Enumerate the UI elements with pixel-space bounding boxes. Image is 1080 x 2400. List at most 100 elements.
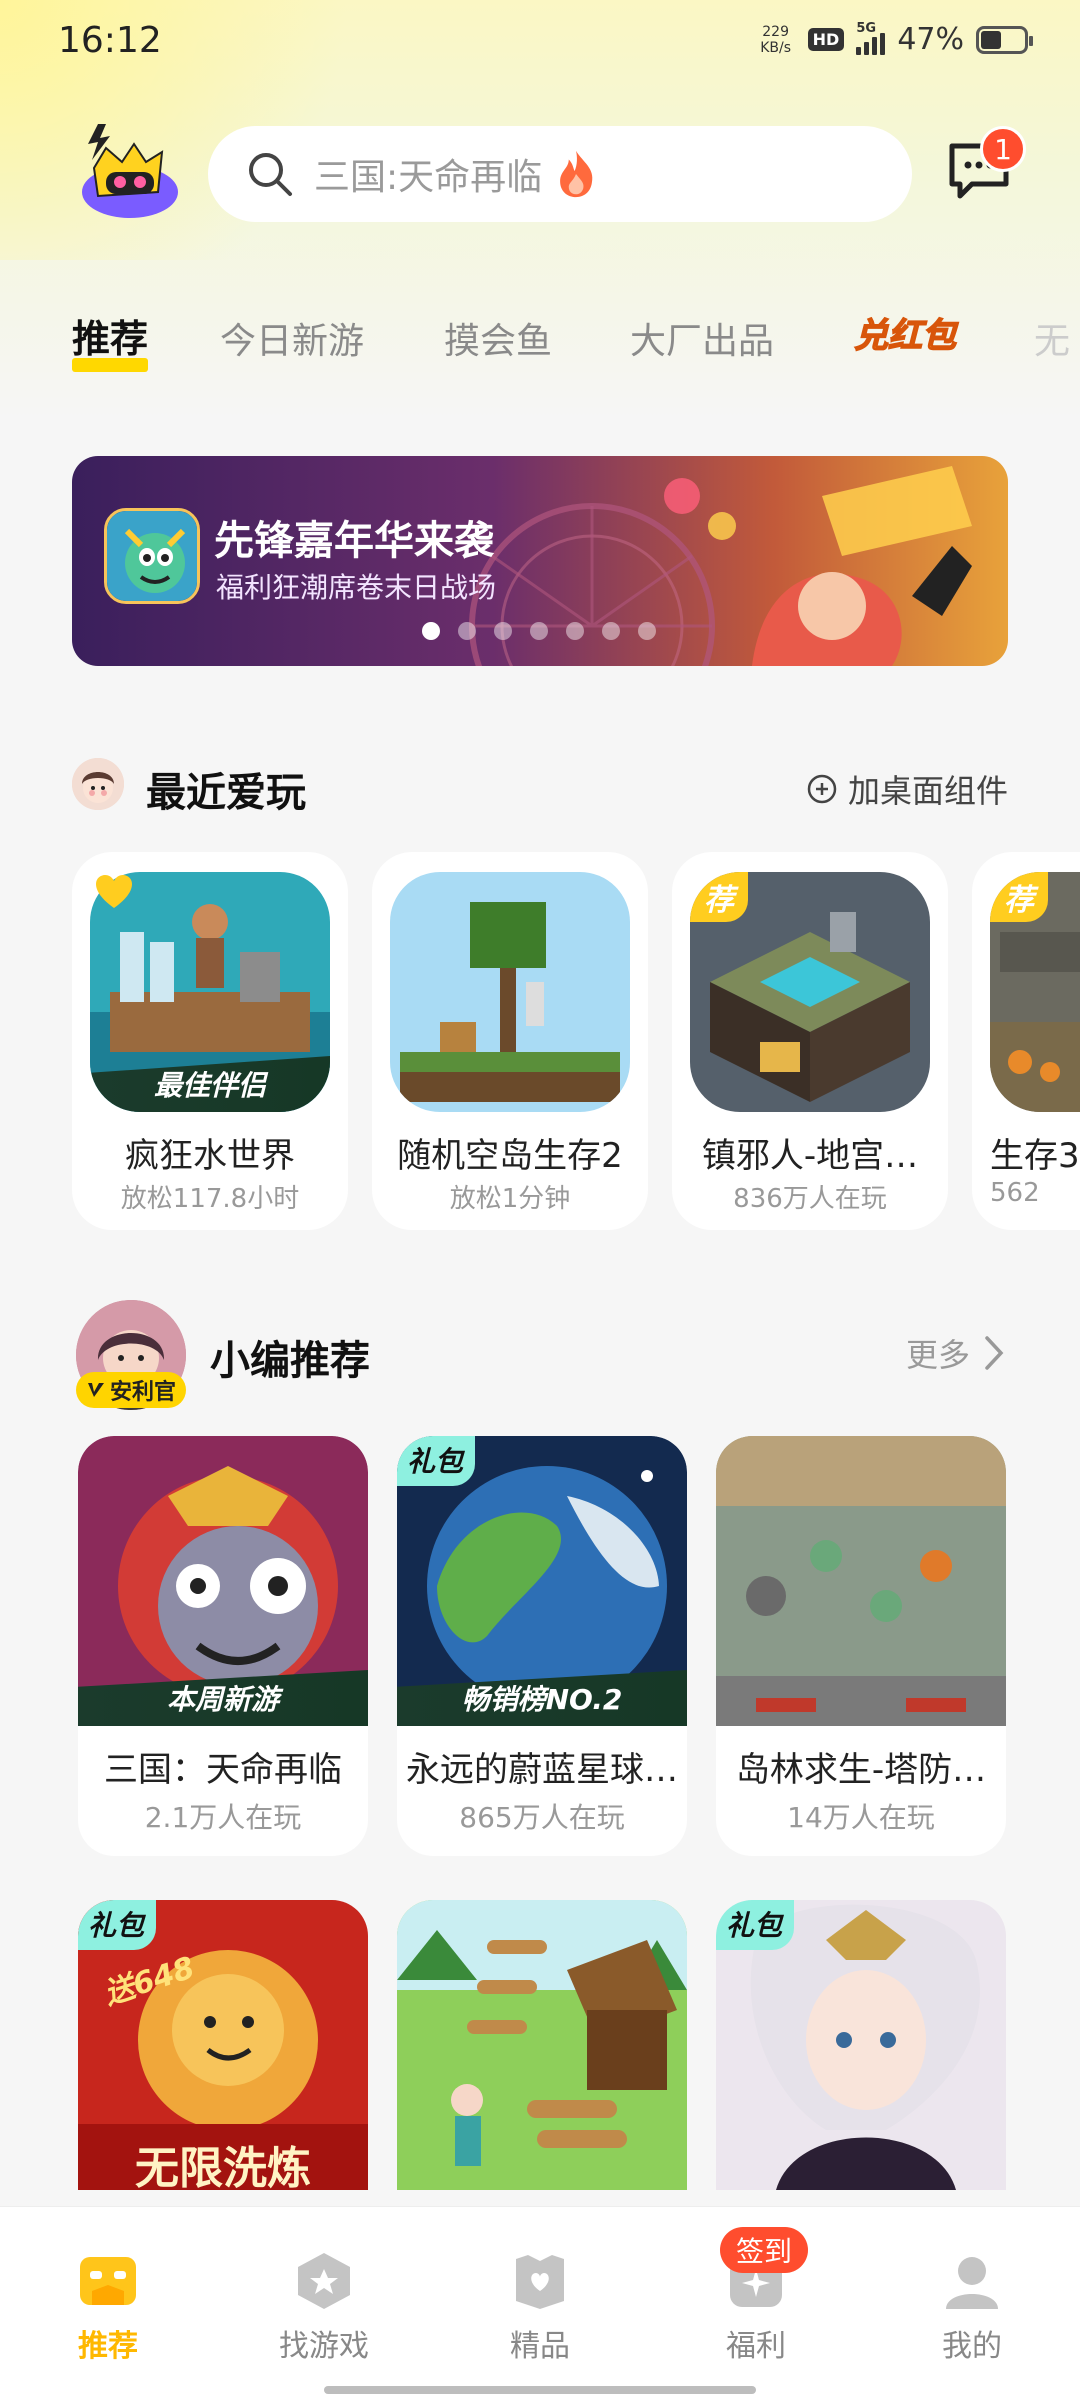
game-name: 随机空岛生存2 bbox=[397, 1136, 623, 1176]
nav-label: 找游戏 bbox=[279, 2329, 369, 2364]
game-name: 三国：天命再临 bbox=[104, 1750, 342, 1790]
battery-fill bbox=[981, 30, 1001, 49]
game-name: 生存3 bbox=[990, 1136, 1080, 1176]
recommended-game-card[interactable]: 无限洗炼 送648 礼包 bbox=[78, 1900, 368, 2190]
game-players: 865万人在玩 bbox=[459, 1801, 625, 1834]
hexagon-star-icon bbox=[298, 2253, 350, 2309]
bottom-navigation: 推荐 找游戏 精品 福利 我的 签到 bbox=[0, 2206, 1080, 2400]
more-link[interactable]: 更多 bbox=[906, 1330, 1004, 1376]
banner-dot[interactable] bbox=[602, 622, 620, 640]
banner-pagination bbox=[422, 622, 656, 640]
nav-label: 我的 bbox=[942, 2329, 1002, 2364]
app-logo[interactable] bbox=[70, 118, 180, 228]
search-placeholder: 三国:天命再临 bbox=[314, 157, 543, 198]
network-type: 5G bbox=[856, 20, 877, 36]
tab-red-packet[interactable]: 兑红包 bbox=[853, 308, 957, 357]
editor-badge-label: 安利官 bbox=[110, 1380, 177, 1405]
nav-label: 福利 bbox=[726, 2329, 786, 2364]
game-name: 镇邪人-地宫… bbox=[701, 1136, 919, 1176]
verified-icon bbox=[88, 1383, 104, 1397]
add-widget-button[interactable]: 加桌面组件 bbox=[806, 766, 1008, 812]
recent-game-card[interactable]: 随机空岛生存2 放松1分钟 bbox=[372, 852, 648, 1230]
banner-dot[interactable] bbox=[422, 622, 440, 640]
add-widget-label: 加桌面组件 bbox=[847, 772, 1008, 810]
game-cover: 本周新游 bbox=[78, 1436, 368, 1726]
network-speed-value: 229 bbox=[762, 23, 789, 40]
tab-casual[interactable]: 摸会鱼 bbox=[444, 312, 552, 364]
recommended-game-card[interactable]: 畅销榜NO.2 礼包 永远的蔚蓝星球… 865万人在玩 bbox=[397, 1436, 687, 1856]
editor-section-title: 小编推荐 bbox=[210, 1338, 370, 1384]
promo-banner[interactable]: 先锋嘉年华来袭 福利狂潮席卷末日战场 bbox=[72, 456, 1008, 666]
recommended-game-card[interactable] bbox=[397, 1900, 687, 2190]
status-icons: 229 KB/s HD 5G 47% bbox=[756, 21, 1033, 57]
nav-find-games[interactable]: 找游戏 bbox=[254, 2251, 394, 2365]
category-tabs: 推荐 今日新游 摸会鱼 大厂出品 兑红包 无 bbox=[72, 300, 1080, 390]
game-subtitle: 836万人在玩 bbox=[733, 1184, 887, 1214]
game-subtitle: 放松117.8小时 bbox=[120, 1184, 300, 1214]
hd-icon: HD bbox=[807, 28, 845, 51]
gift-tag: 礼包 bbox=[716, 1900, 795, 1950]
nav-label: 精品 bbox=[510, 2329, 570, 2364]
nav-featured[interactable]: 精品 bbox=[470, 2251, 610, 2365]
sign-in-badge[interactable]: 签到 bbox=[720, 2227, 809, 2273]
user-avatar[interactable] bbox=[72, 758, 124, 810]
banner-subtitle: 福利狂潮席卷末日战场 bbox=[216, 571, 497, 604]
tab-active-indicator bbox=[72, 358, 148, 372]
tab-recommend[interactable]: 推荐 bbox=[72, 308, 148, 363]
banner-dot[interactable] bbox=[530, 622, 548, 640]
banner-game-icon bbox=[104, 508, 200, 604]
tab-new-games[interactable]: 今日新游 bbox=[220, 312, 364, 364]
recommend-tag: 荐 bbox=[690, 872, 748, 922]
banner-dot[interactable] bbox=[494, 622, 512, 640]
game-ribbon-text: 畅销榜NO.2 bbox=[461, 1683, 623, 1716]
home-indicator[interactable] bbox=[324, 2386, 756, 2394]
editor-badge: 安利官 bbox=[76, 1372, 187, 1408]
tab-more[interactable]: 无 bbox=[1034, 312, 1070, 364]
game-players: 2.1万人在玩 bbox=[144, 1801, 302, 1834]
recent-game-card[interactable]: 最佳伴侣 疯狂水世界 放松117.8小时 bbox=[72, 852, 348, 1230]
game-cover bbox=[397, 1900, 687, 2190]
recommend-tag: 荐 bbox=[990, 872, 1048, 922]
plus-circle-icon bbox=[807, 774, 837, 804]
more-label: 更多 bbox=[905, 1336, 970, 1374]
game-name: 疯狂水世界 bbox=[125, 1136, 295, 1176]
banner-dot[interactable] bbox=[458, 622, 476, 640]
game-players: 14万人在玩 bbox=[787, 1801, 935, 1834]
recent-game-card[interactable]: 荐 镇邪人-地宫… 836万人在玩 bbox=[672, 852, 948, 1230]
gift-tag: 礼包 bbox=[397, 1436, 476, 1486]
search-bar[interactable]: 三国:天命再临 bbox=[208, 126, 912, 222]
banner-dot[interactable] bbox=[566, 622, 584, 640]
message-badge: 1 bbox=[980, 126, 1026, 172]
game-icon bbox=[390, 872, 630, 1112]
recent-game-card[interactable]: 荐 生存3 562 bbox=[972, 852, 1080, 1230]
battery-percent: 47% bbox=[897, 22, 964, 57]
status-time: 16:12 bbox=[58, 20, 162, 61]
search-icon bbox=[249, 153, 292, 196]
recommended-game-card[interactable]: 岛林求生-塔防… 14万人在玩 bbox=[716, 1436, 1006, 1856]
nav-recommend[interactable]: 推荐 bbox=[38, 2251, 178, 2365]
game-cover bbox=[716, 1436, 1006, 1726]
status-bar: 16:12 229 KB/s HD 5G 47% bbox=[0, 0, 1080, 84]
game-name: 永远的蔚蓝星球… bbox=[406, 1750, 678, 1790]
game-ribbon-text: 本周新游 bbox=[166, 1683, 279, 1716]
nav-profile[interactable]: 我的 bbox=[902, 2251, 1042, 2365]
battery-icon bbox=[976, 25, 1033, 54]
network-speed: 229 KB/s bbox=[756, 24, 796, 56]
game-name: 岛林求生-塔防… bbox=[735, 1750, 987, 1790]
tab-big-studio[interactable]: 大厂出品 bbox=[630, 312, 774, 364]
banner-title: 先锋嘉年华来袭 bbox=[214, 518, 494, 564]
nav-label: 推荐 bbox=[78, 2329, 138, 2364]
recommended-game-card[interactable]: 礼包 bbox=[716, 1900, 1006, 2190]
recent-section-title: 最近爱玩 bbox=[146, 770, 306, 816]
flame-icon bbox=[560, 150, 593, 198]
game-subtitle: 放松1分钟 bbox=[449, 1184, 571, 1214]
user-icon bbox=[946, 2257, 998, 2309]
signal-icon: 5G bbox=[856, 21, 886, 55]
banner-dot[interactable] bbox=[638, 622, 656, 640]
game-ribbon-text: 最佳伴侣 bbox=[153, 1069, 266, 1102]
crown-shield-icon bbox=[516, 2255, 564, 2309]
game-subtitle: 562 bbox=[990, 1178, 1040, 1208]
recommended-game-card[interactable]: 本周新游 三国：天命再临 2.1万人在玩 bbox=[78, 1436, 368, 1856]
chevron-right-icon bbox=[985, 1336, 1004, 1370]
game-art-text: 无限洗炼 bbox=[135, 2143, 311, 2190]
